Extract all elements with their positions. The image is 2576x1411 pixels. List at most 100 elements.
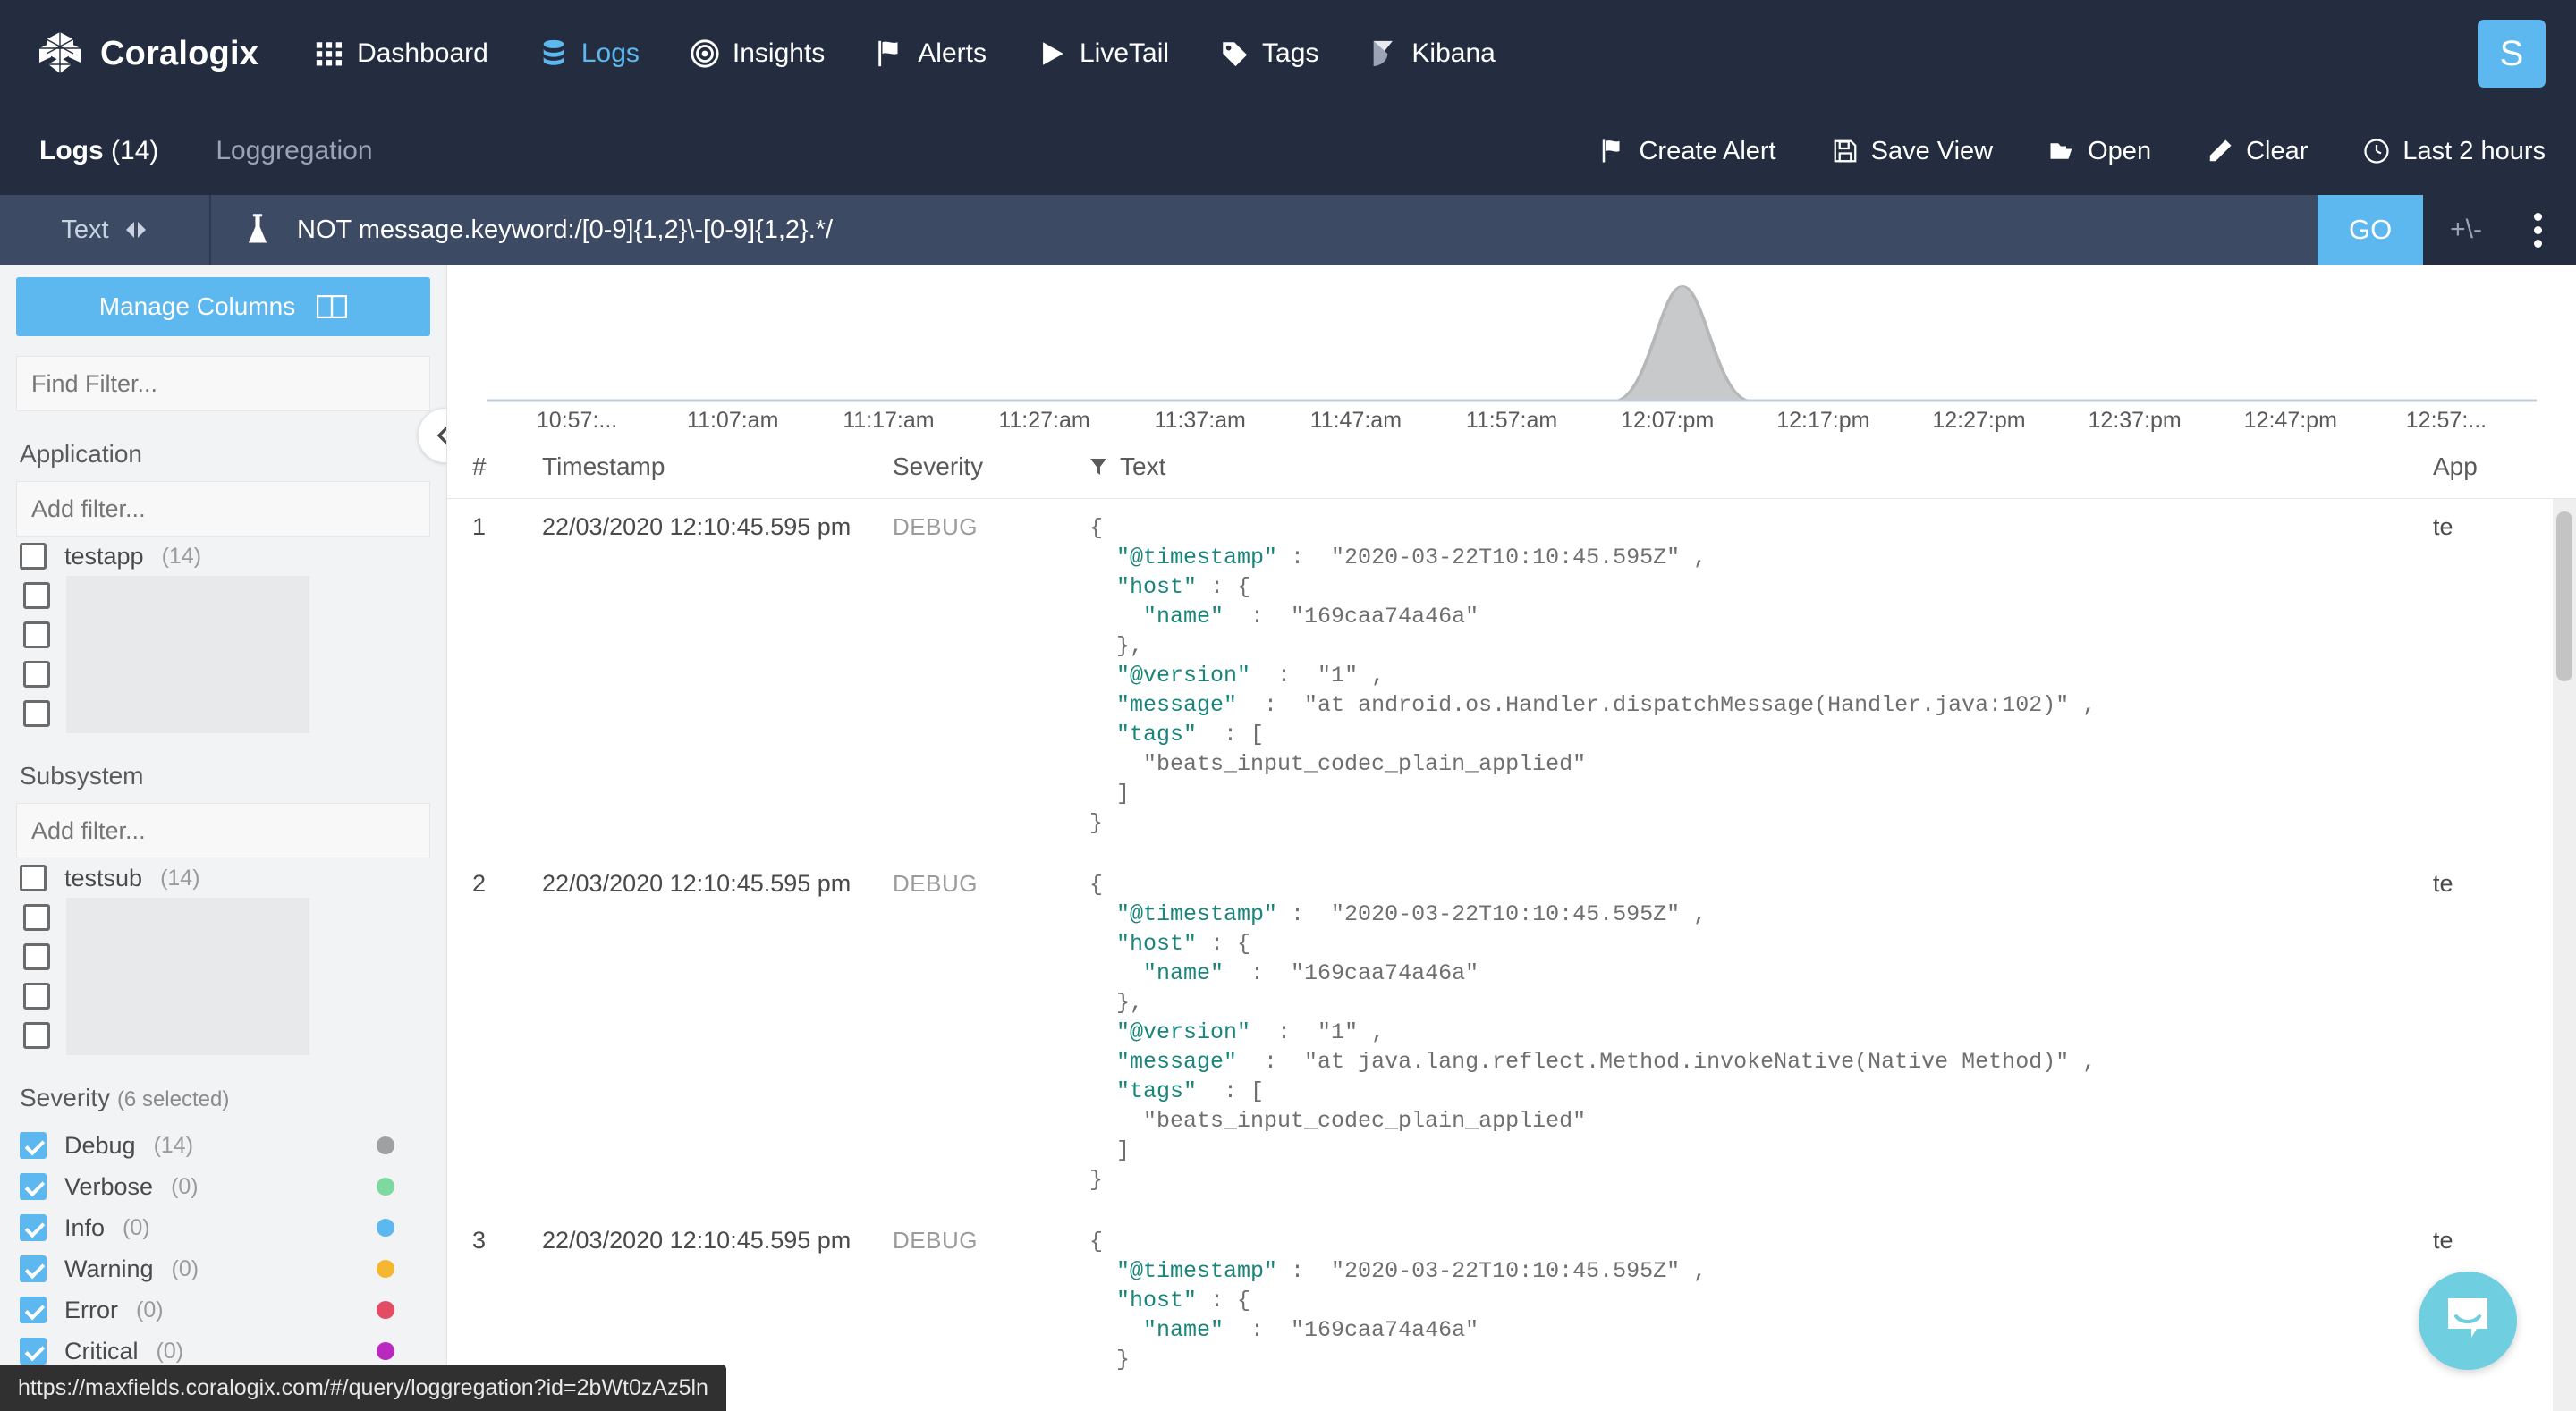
column-header-severity[interactable]: Severity bbox=[893, 452, 1089, 481]
create-alert-button[interactable]: Create Alert bbox=[1599, 136, 1776, 166]
nav-label-logs: Logs bbox=[580, 38, 640, 68]
query-input[interactable]: NOT message.keyword:/[0-9]{1,2}\-[0-9]{1… bbox=[297, 215, 2318, 245]
logs-table-body[interactable]: 1 22/03/2020 12:10:45.595 pm DEBUG { "@time… bbox=[447, 499, 2576, 1411]
checkbox[interactable] bbox=[20, 1132, 47, 1159]
checkbox[interactable] bbox=[23, 1022, 50, 1049]
checkbox[interactable] bbox=[20, 865, 47, 891]
clear-button[interactable]: Clear bbox=[2207, 137, 2308, 166]
support-chat-button[interactable] bbox=[2419, 1272, 2517, 1370]
application-section-title: Application bbox=[20, 440, 142, 468]
x-axis-tick: 12:17:pm bbox=[1776, 408, 1870, 433]
column-header-app[interactable]: App bbox=[2433, 452, 2576, 481]
columns-icon bbox=[317, 295, 348, 318]
severity-color-dot bbox=[377, 1219, 394, 1237]
query-bar: Text NOT message.keyword:/[0-9]{1,2}\-[0… bbox=[0, 195, 2576, 265]
checkbox[interactable] bbox=[20, 543, 47, 570]
checkbox[interactable] bbox=[20, 1173, 47, 1200]
checkbox[interactable] bbox=[20, 1255, 47, 1282]
tab-logs-count: (14) bbox=[111, 136, 159, 165]
query-input-area[interactable]: NOT message.keyword:/[0-9]{1,2}\-[0-9]{1… bbox=[211, 195, 2318, 265]
column-header-timestamp[interactable]: Timestamp bbox=[542, 452, 893, 481]
severity-color-dot bbox=[377, 1260, 394, 1278]
checkbox[interactable] bbox=[23, 983, 50, 1010]
nav-item-logs[interactable]: Logs bbox=[538, 38, 640, 69]
query-mode-label: Text bbox=[61, 215, 109, 244]
severity-count: (0) bbox=[123, 1214, 150, 1240]
x-axis-tick: 11:07:am bbox=[687, 408, 779, 433]
application-facet-testapp[interactable]: testapp (14) bbox=[16, 537, 430, 576]
user-avatar[interactable]: S bbox=[2478, 20, 2546, 88]
save-view-button[interactable]: Save View bbox=[1832, 137, 1993, 166]
query-mode-selector[interactable]: Text bbox=[0, 195, 211, 265]
subsystem-section-title: Subsystem bbox=[20, 762, 144, 790]
application-placeholder-rows bbox=[16, 576, 430, 733]
tab-loggregation[interactable]: Loggregation bbox=[216, 136, 372, 166]
severity-color-dot bbox=[377, 1342, 394, 1360]
severity-count: (0) bbox=[171, 1255, 199, 1281]
checkbox[interactable] bbox=[20, 1214, 47, 1241]
create-alert-label: Create Alert bbox=[1639, 136, 1776, 165]
tab-loggregation-label: Loggregation bbox=[216, 136, 373, 165]
severity-row-warning[interactable]: Warning (0) bbox=[16, 1248, 430, 1289]
row-timestamp: 22/03/2020 12:10:45.595 pm bbox=[542, 1227, 852, 1254]
row-text[interactable]: { "@timestamp" : "2020-03-22T10:10:45.59… bbox=[1089, 513, 2433, 838]
checkbox[interactable] bbox=[23, 700, 50, 727]
nav-item-tags[interactable]: Tags bbox=[1219, 38, 1318, 69]
table-row[interactable]: 2 22/03/2020 12:10:45.595 pm DEBUG { "@time… bbox=[447, 856, 2576, 1212]
checkbox[interactable] bbox=[20, 1297, 47, 1323]
scrollbar-thumb[interactable] bbox=[2556, 511, 2572, 681]
clock-icon bbox=[2364, 139, 2390, 164]
row-text[interactable]: { "@timestamp" : "2020-03-22T10:10:45.59… bbox=[1089, 1227, 2433, 1374]
checkbox[interactable] bbox=[23, 943, 50, 970]
subsystem-facet-testsub[interactable]: testsub (14) bbox=[16, 858, 430, 898]
subsystem-facet-count: (14) bbox=[160, 865, 200, 891]
open-button[interactable]: Open bbox=[2048, 137, 2151, 166]
query-more-options-button[interactable] bbox=[2530, 209, 2546, 251]
x-axis-tick: 12:07:pm bbox=[1621, 408, 1715, 433]
kibana-icon bbox=[1374, 40, 1394, 67]
nav-item-insights[interactable]: Insights bbox=[690, 38, 825, 69]
severity-row-info[interactable]: Info (0) bbox=[16, 1207, 430, 1248]
severity-count: (0) bbox=[156, 1338, 184, 1364]
checkbox[interactable] bbox=[23, 904, 50, 931]
tab-logs[interactable]: Logs (14) bbox=[39, 136, 158, 166]
severity-row-verbose[interactable]: Verbose (0) bbox=[16, 1166, 430, 1207]
find-filter-input[interactable] bbox=[16, 356, 430, 411]
vertical-scrollbar[interactable] bbox=[2553, 499, 2576, 1411]
add-remove-query-button[interactable]: +\- bbox=[2450, 215, 2482, 245]
nav-item-livetail[interactable]: LiveTail bbox=[1037, 38, 1169, 69]
column-header-text-label: Text bbox=[1120, 452, 1166, 480]
checkbox[interactable] bbox=[23, 661, 50, 688]
checkbox[interactable] bbox=[23, 582, 50, 609]
go-button[interactable]: GO bbox=[2318, 195, 2424, 265]
play-icon bbox=[1043, 42, 1063, 65]
severity-label: Verbose bbox=[64, 1172, 154, 1200]
severity-row-debug[interactable]: Debug (14) bbox=[16, 1125, 430, 1166]
nav-item-alerts[interactable]: Alerts bbox=[875, 38, 987, 69]
row-timestamp: 22/03/2020 12:10:45.595 pm bbox=[542, 870, 852, 897]
application-facet-label: testapp bbox=[64, 542, 144, 570]
severity-color-dot bbox=[377, 1301, 394, 1319]
status-bar-url: https://maxfields.coralogix.com/#/query/… bbox=[0, 1365, 726, 1411]
application-add-filter-input[interactable] bbox=[16, 481, 430, 537]
severity-row-error[interactable]: Error (0) bbox=[16, 1289, 430, 1331]
loading-placeholder bbox=[66, 576, 309, 733]
time-range-button[interactable]: Last 2 hours bbox=[2363, 137, 2546, 166]
brand-logo[interactable]: Coralogix bbox=[36, 30, 258, 77]
column-header-text[interactable]: Text bbox=[1089, 452, 2433, 481]
nav-item-dashboard[interactable]: Dashboard bbox=[314, 38, 488, 69]
table-row[interactable]: 3 22/03/2020 12:10:45.595 pm DEBUG { "@time… bbox=[447, 1212, 2576, 1392]
column-header-number[interactable]: # bbox=[456, 452, 542, 481]
page-body: Manage Columns Application testapp (14) … bbox=[0, 265, 2576, 1411]
manage-columns-button[interactable]: Manage Columns bbox=[16, 277, 430, 336]
row-number: 1 bbox=[472, 513, 487, 540]
table-row[interactable]: 1 22/03/2020 12:10:45.595 pm DEBUG { "@time… bbox=[447, 499, 2576, 856]
subsystem-add-filter-input[interactable] bbox=[16, 803, 430, 858]
checkbox[interactable] bbox=[23, 621, 50, 648]
subsystem-placeholder-rows bbox=[16, 898, 430, 1055]
nav-item-kibana[interactable]: Kibana bbox=[1368, 38, 1496, 69]
logs-timeline-chart[interactable]: 10:57:... 11:07:am 11:17:am 11:27:am 11:37:a… bbox=[447, 265, 2576, 435]
row-text[interactable]: { "@timestamp" : "2020-03-22T10:10:45.59… bbox=[1089, 870, 2433, 1195]
severity-label: Info bbox=[64, 1213, 106, 1241]
checkbox[interactable] bbox=[20, 1338, 47, 1365]
